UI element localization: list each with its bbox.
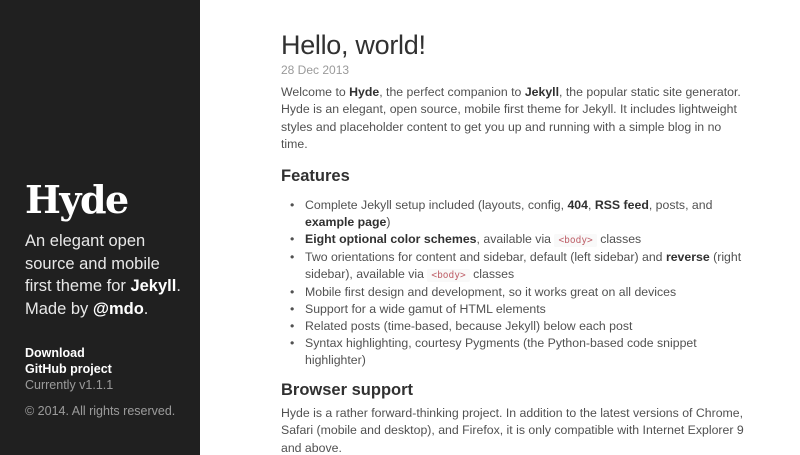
download-link[interactable]: Download (25, 345, 113, 361)
intro-text-2: , the perfect companion to (379, 85, 525, 99)
tagline-text-end: . (143, 299, 149, 318)
post-date: 28 Dec 2013 (281, 63, 350, 77)
intro-text-1: Welcome to (281, 85, 350, 99)
reverse-link[interactable]: reverse (666, 250, 710, 264)
404-link[interactable]: 404 (567, 198, 588, 212)
list-item: Related posts (time-based, because Jekyl… (281, 318, 751, 335)
sidebar-nav: Download GitHub project Currently v1.1.1 (25, 345, 113, 393)
version-text: Currently v1.1.1 (25, 378, 114, 392)
github-project-link[interactable]: GitHub project (25, 361, 113, 377)
features-heading: Features (281, 167, 350, 185)
jekyll-link-inline[interactable]: Jekyll (525, 85, 559, 99)
copyright: © 2014. All rights reserved. (25, 404, 176, 418)
list-item: Eight optional color schemes, available … (281, 231, 751, 249)
rss-feed-link[interactable]: RSS feed (595, 198, 649, 212)
site-title-link[interactable]: Hyde (25, 178, 129, 222)
body-code: <body> (554, 234, 597, 247)
features-list: Complete Jekyll setup included (layouts,… (281, 197, 751, 369)
browser-support-heading: Browser support (281, 381, 414, 399)
browser-support-paragraph: Hyde is a rather forward-thinking projec… (281, 406, 744, 455)
mdo-link[interactable]: @mdo (93, 300, 144, 318)
list-item: Mobile first design and development, so … (281, 284, 751, 301)
jekyll-link[interactable]: Jekyll (130, 277, 176, 295)
list-item: Syntax highlighting, courtesy Pygments (… (281, 335, 751, 369)
color-schemes-link[interactable]: Eight optional color schemes (305, 232, 477, 246)
list-item: Two orientations for content and sidebar… (281, 249, 751, 284)
body-code: <body> (427, 269, 470, 282)
site-tagline: An elegant open source and mobile first … (25, 230, 190, 320)
feature-text: , (588, 198, 595, 212)
feature-text: classes (596, 232, 642, 246)
hyde-link[interactable]: Hyde (349, 85, 379, 99)
feature-text: Complete Jekyll setup included (layouts,… (305, 198, 568, 212)
feature-text: , posts, and (648, 198, 713, 212)
feature-text: Two orientations for content and sidebar… (305, 250, 666, 264)
post-title: Hello, world! (281, 30, 426, 60)
list-item: Complete Jekyll setup included (layouts,… (281, 197, 751, 231)
feature-text: classes (469, 267, 515, 281)
feature-text: ) (386, 215, 391, 229)
example-page-link[interactable]: example page (305, 215, 386, 229)
sidebar: Hyde An elegant open source and mobile f… (0, 0, 200, 455)
intro-paragraph: Welcome to Hyde, the perfect companion t… (281, 84, 751, 154)
list-item: Support for a wide gamut of HTML element… (281, 301, 751, 318)
feature-text: , available via (476, 232, 555, 246)
